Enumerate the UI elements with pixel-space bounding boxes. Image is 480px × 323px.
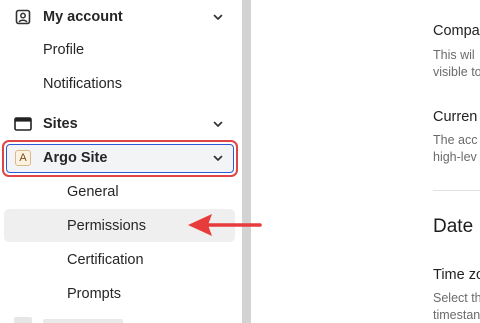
sidebar-item-label: My account xyxy=(43,9,123,25)
section-divider xyxy=(433,190,480,191)
sidebar-item-label: Profile xyxy=(43,42,85,58)
sidebar-item-label: Certification xyxy=(67,252,144,268)
sidebar-subitem-certification[interactable]: Certification xyxy=(0,243,241,277)
sidebar-scrollbar[interactable] xyxy=(241,0,255,323)
sidebar-subitem-general[interactable]: General xyxy=(0,175,241,209)
sidebar-item-label: Notifications xyxy=(43,76,122,92)
sidebar-item-notifications[interactable]: Notifications xyxy=(0,67,241,101)
sidebar-item-my-account[interactable]: My account xyxy=(0,0,241,34)
site-badge-letter: A xyxy=(15,150,31,166)
current-section-desc-line2: high-lev xyxy=(433,150,477,164)
sidebar-item-label: General xyxy=(67,184,119,200)
sidebar-item-label: Argo Site xyxy=(43,150,108,166)
date-section-heading: Date xyxy=(433,216,474,237)
sidebar-item-label: Permissions xyxy=(67,218,146,234)
scrollbar-thumb[interactable] xyxy=(242,0,251,323)
sidebar-item-label: Prompts xyxy=(67,286,121,302)
clipped-icon xyxy=(14,317,32,323)
sidebar-item-profile[interactable]: Profile xyxy=(0,33,241,67)
company-section-desc-line2: visible to xyxy=(433,65,480,79)
timezone-section-desc-line1: Select th xyxy=(433,291,480,305)
settings-sidebar: My account Profile Notifications Sites A… xyxy=(0,0,241,323)
user-square-icon xyxy=(14,8,32,26)
chevron-down-icon[interactable] xyxy=(211,151,225,165)
chevron-down-icon[interactable] xyxy=(211,10,225,24)
sidebar-item-sites[interactable]: Sites xyxy=(0,107,241,141)
sidebar-item-argo-site[interactable]: A Argo Site xyxy=(0,141,241,175)
annotation-arrow-icon xyxy=(188,214,262,236)
chevron-down-icon[interactable] xyxy=(211,117,225,131)
browser-window-icon xyxy=(14,115,32,133)
company-section-desc-line1: This wil xyxy=(433,48,475,62)
sidebar-subitem-prompts[interactable]: Prompts xyxy=(0,277,241,311)
timezone-section-title: Time zo xyxy=(433,267,480,283)
timezone-section-desc-line2: timestan xyxy=(433,308,480,322)
site-letter-badge: A xyxy=(14,149,32,167)
current-section-desc-line1: The acc xyxy=(433,133,478,147)
sidebar-item-label: Sites xyxy=(43,116,78,132)
clipped-item xyxy=(43,319,123,323)
current-section-title: Curren xyxy=(433,109,478,125)
settings-content: Compa This wil visible to Curren The acc… xyxy=(255,0,480,323)
company-section-title: Compa xyxy=(433,23,480,39)
